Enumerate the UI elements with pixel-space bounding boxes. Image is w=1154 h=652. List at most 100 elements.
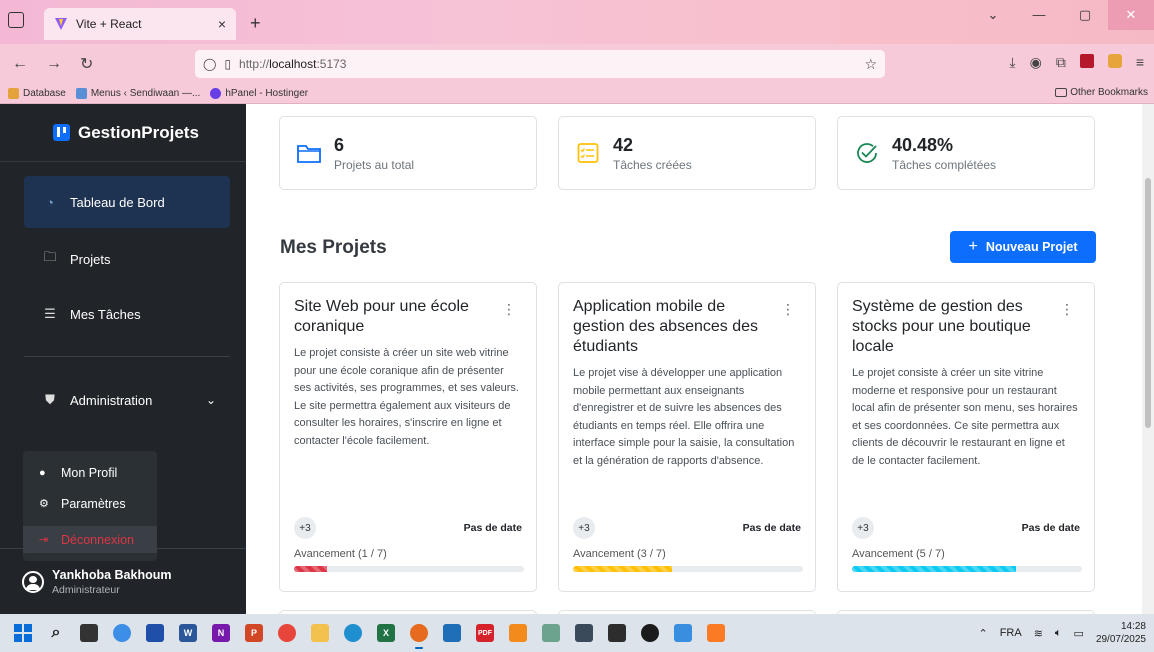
edge-icon[interactable] (344, 624, 362, 642)
tray-chevron-icon[interactable]: ⌃ (978, 627, 987, 640)
shield-icon: ⛊ (45, 392, 55, 407)
pdf-icon[interactable]: PDF (476, 624, 494, 642)
nav-bar: ← → ↻ ◯ ▯ http://localhost:5173 ☆ ⤓ ◉ ⧉ … (0, 44, 1154, 84)
search-icon[interactable]: ⌕ (47, 624, 65, 642)
download-icon[interactable]: ⤓ (1009, 54, 1015, 71)
powerpoint-icon[interactable]: P (245, 624, 263, 642)
forward-icon[interactable]: → (46, 55, 62, 73)
language-indicator[interactable]: FRA (1000, 627, 1022, 639)
project-description: Le projet vise à développer une applicat… (573, 367, 795, 467)
scrollbar[interactable] (1142, 104, 1154, 614)
camera-icon[interactable] (575, 624, 593, 642)
vscode-icon[interactable] (443, 624, 461, 642)
user-icon: ● (39, 466, 46, 479)
project-date: Pas de date (742, 522, 801, 534)
new-tab-button[interactable]: + (250, 13, 261, 34)
project-title: Système de gestion des stocks pour une b… (852, 298, 1031, 355)
photos-icon[interactable] (674, 624, 692, 642)
scrollbar-thumb[interactable] (1145, 178, 1151, 428)
onenote-icon[interactable]: N (212, 624, 230, 642)
extensions-icon[interactable]: ⧉ (1056, 54, 1066, 71)
brand[interactable]: GestionProjets (0, 104, 246, 162)
project-card[interactable]: Site Web pour une école coranique ⋮ Le p… (279, 282, 537, 592)
excel-icon[interactable]: X (377, 624, 395, 642)
globe-icon (210, 88, 222, 99)
project-meta: +3 Pas de date (294, 517, 522, 539)
kebab-menu-icon[interactable]: ⋮ (781, 301, 795, 318)
new-project-label: Nouveau Projet (985, 240, 1078, 254)
xampp-icon[interactable] (707, 624, 725, 642)
page-icon: ▯ (224, 57, 232, 71)
app-root: GestionProjets ◔ Tableau de Bord 🗀 Proje… (0, 104, 1154, 622)
project-card[interactable]: Application mobile de gestion des absenc… (558, 282, 816, 592)
firefox-icon[interactable] (410, 624, 428, 649)
menu-item-settings[interactable]: ⚙ Paramètres (23, 491, 157, 516)
user-role: Administrateur (52, 583, 120, 596)
url-port: :5173 (316, 57, 347, 71)
sidebar-divider (24, 356, 230, 357)
bookmark-label: hPanel - Hostinger (225, 88, 309, 99)
bookmark-database[interactable]: Database (8, 88, 66, 99)
tab-title: Vite + React (76, 17, 142, 31)
list-tabs-icon[interactable]: ⌄ (970, 0, 1016, 30)
sidebar-toggle-icon[interactable] (8, 12, 24, 28)
other-bookmarks[interactable]: Other Bookmarks (1055, 87, 1148, 98)
folder-icon (1055, 88, 1068, 97)
sublime-icon[interactable] (509, 624, 527, 642)
reload-icon[interactable]: ↻ (80, 54, 93, 74)
extension-red-icon[interactable] (1079, 54, 1094, 68)
wifi-icon[interactable]: ≋ (1034, 627, 1043, 640)
user-name: Yankhoba Bakhoum (52, 567, 172, 582)
battery-icon[interactable]: ▭ (1074, 627, 1084, 640)
chevron-down-icon: ⌄ (205, 393, 216, 407)
task-view-icon[interactable] (80, 624, 98, 642)
gear-icon: ⚙ (39, 498, 49, 510)
members-count: +3 (852, 517, 874, 539)
terminal-icon[interactable] (608, 624, 626, 642)
new-project-button[interactable]: + Nouveau Projet (950, 231, 1096, 263)
kebab-menu-icon[interactable]: ⋮ (1060, 301, 1074, 318)
stat-label: Tâches complétées (892, 157, 997, 172)
bookmark-star-icon[interactable]: ☆ (864, 56, 877, 73)
volume-icon[interactable]: 🔈︎ (1055, 627, 1062, 640)
widgets-icon[interactable] (113, 624, 131, 642)
windows-start-icon[interactable] (14, 624, 32, 642)
project-meta: +3 Pas de date (573, 517, 801, 539)
bookmark-menus[interactable]: Menus ‹ Sendiwaan —... (75, 88, 200, 99)
stat-card-projects: 6 Projets au total (279, 116, 537, 190)
stat-label: Projets au total (334, 157, 415, 172)
url-bar[interactable]: ◯ ▯ http://localhost:5173 ☆ (195, 50, 885, 78)
close-window-icon[interactable]: ✕ (1108, 0, 1154, 30)
file-explorer-icon[interactable] (311, 624, 329, 642)
browser-tab[interactable]: Vite + React × (44, 8, 236, 40)
tab-close-icon[interactable]: × (218, 16, 226, 32)
minimize-icon[interactable]: — (1016, 0, 1062, 30)
account-icon[interactable]: ◉ (1030, 54, 1042, 71)
bookmark-hpanel[interactable]: hPanel - Hostinger (210, 88, 308, 99)
restore-icon[interactable]: ▢ (1062, 0, 1108, 30)
app-blue-icon[interactable] (146, 624, 164, 642)
app-image-icon[interactable] (542, 624, 560, 642)
back-icon[interactable]: ← (12, 55, 28, 73)
sidebar-item-dashboard[interactable]: ◔ Tableau de Bord (24, 176, 230, 228)
toolbar-icons: ⤓ ◉ ⧉ ≡ (1009, 54, 1144, 71)
tab-bar: Vite + React × + ⌄ — ▢ ✕ (0, 0, 1154, 44)
kebab-menu-icon[interactable]: ⋮ (502, 301, 516, 318)
chrome-icon[interactable] (278, 624, 296, 642)
clock[interactable]: 14:28 29/07/2025 (1096, 620, 1146, 646)
menu-icon[interactable]: ≡ (1136, 54, 1144, 71)
shield-icon[interactable]: ◯ (203, 57, 216, 71)
project-date: Pas de date (463, 522, 522, 534)
check-circle-icon (852, 141, 882, 165)
sidebar-item-tasks[interactable]: ☰ Mes Tâches (24, 288, 230, 340)
project-description: Le projet consiste à créer un site web v… (294, 347, 519, 447)
chatgpt-icon[interactable] (641, 624, 659, 642)
section-title: Mes Projets (280, 237, 387, 258)
extension-fox-icon[interactable] (1107, 54, 1122, 68)
user-profile[interactable]: Yankhoba Bakhoum Administrateur (0, 548, 246, 614)
word-icon[interactable]: W (179, 624, 197, 642)
project-card[interactable]: Système de gestion des stocks pour une b… (837, 282, 1095, 592)
sidebar-item-projects[interactable]: 🗀 Projets (24, 233, 230, 285)
menu-item-profile[interactable]: ● Mon Profil (23, 460, 157, 485)
sidebar-item-administration[interactable]: ⛊ Administration ⌄ (24, 374, 230, 426)
